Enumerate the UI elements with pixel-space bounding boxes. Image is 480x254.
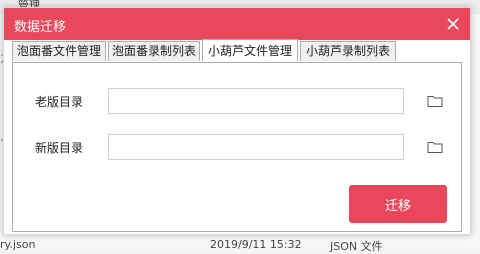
file-type: JSON 文件: [330, 240, 383, 253]
folder-icon[interactable]: [427, 140, 443, 154]
dialog-title: 数据迁移: [14, 20, 67, 35]
new-directory-input[interactable]: [108, 134, 404, 160]
close-icon: [447, 18, 459, 30]
tab-xiaohulu-file-management[interactable]: 小葫芦文件管理: [202, 39, 298, 61]
tab-paomianfan-recording-list[interactable]: 泡面番录制列表: [108, 41, 200, 61]
file-name: ry.json: [0, 238, 36, 251]
data-migration-dialog: 数据迁移 泡面番文件管理 泡面番录制列表 小葫芦文件管理 小葫芦录制列表 老版目…: [3, 7, 471, 235]
tab-panel: 老版目录 新版目录 迁移: [12, 62, 462, 232]
file-date: 2019/9/11 15:32: [210, 238, 302, 251]
close-button[interactable]: [442, 13, 464, 35]
folder-icon[interactable]: [427, 94, 443, 108]
tab-paomianfan-file-management[interactable]: 泡面番文件管理: [12, 41, 106, 61]
tab-bar: 泡面番文件管理 泡面番录制列表 小葫芦文件管理 小葫芦录制列表: [12, 39, 462, 62]
old-directory-label: 老版目录: [35, 95, 84, 109]
tab-xiaohulu-recording-list[interactable]: 小葫芦录制列表: [300, 41, 396, 61]
new-directory-label: 新版目录: [35, 141, 84, 155]
dialog-titlebar[interactable]: 数据迁移: [4, 8, 470, 40]
migrate-button[interactable]: 迁移: [349, 185, 447, 223]
old-directory-input[interactable]: [108, 88, 404, 114]
